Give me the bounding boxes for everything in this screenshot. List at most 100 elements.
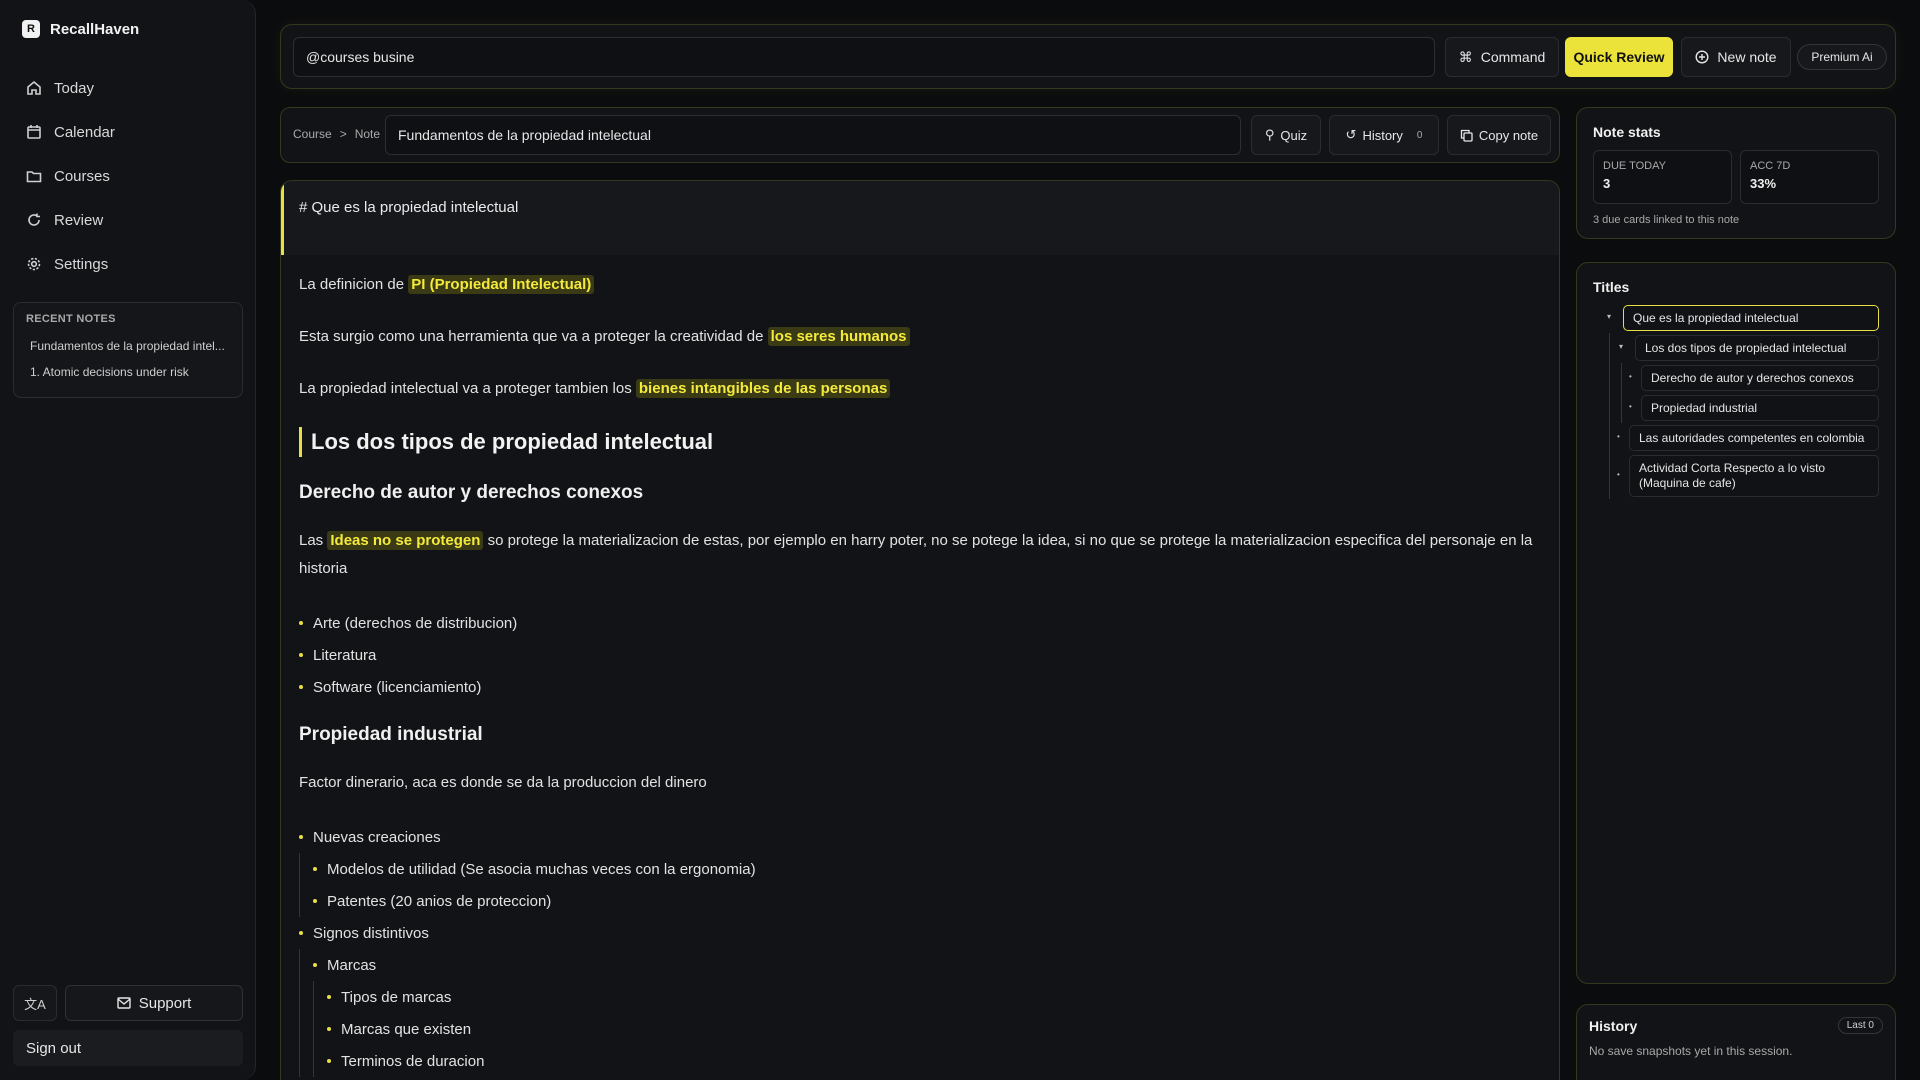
note-title-input[interactable]: Fundamentos de la propiedad intelectual (385, 115, 1241, 155)
bullet-dot (299, 835, 303, 839)
sidebar-item-label: Calendar (54, 123, 115, 141)
support-button[interactable]: Support (65, 985, 243, 1021)
stat-label: DUE TODAY (1603, 160, 1666, 172)
paragraph-text: Las (299, 532, 328, 549)
breadcrumb-course[interactable]: Course (293, 127, 332, 141)
heading-raw-line[interactable]: # Que es la propiedad intelectual (281, 181, 1559, 255)
history-header: History Last 0 (1589, 1017, 1883, 1034)
list-item-text: Modelos de utilidad (Se asocia muchas ve… (327, 860, 756, 878)
sidebar-item-calendar[interactable]: Calendar (14, 110, 242, 154)
list-item[interactable]: Literatura (299, 639, 1541, 671)
list-item[interactable]: Modelos de utilidad (Se asocia muchas ve… (299, 853, 1541, 885)
bullet-dot (313, 963, 317, 967)
list-item[interactable]: Marcas que existen (299, 1013, 1541, 1045)
due-cards-note: 3 due cards linked to this note (1593, 214, 1740, 226)
indent-guide (1621, 363, 1622, 393)
calendar-icon (27, 125, 41, 139)
language-button[interactable]: 文A (13, 985, 57, 1021)
sidebar-item-label: Today (54, 79, 95, 97)
title-item[interactable]: Actividad Corta Respecto a lo visto (Maq… (1629, 455, 1879, 497)
recent-note-item[interactable]: Fundamentos de la propiedad intel... (26, 333, 230, 359)
history-button[interactable]: ↺ History 0 (1329, 115, 1439, 155)
sidebar-item-label: Settings (54, 255, 109, 273)
heading-2[interactable]: Los dos tipos de propiedad intelectual (299, 427, 1541, 457)
chevron-down-icon[interactable]: ▾ (1619, 342, 1623, 351)
app-root: R RecallHaven Today Calendar Courses Rev… (0, 0, 1920, 1080)
highlight: los seres humanos (767, 327, 910, 346)
quiz-label: Quiz (1280, 127, 1308, 143)
quick-review-button[interactable]: Quick Review (1565, 37, 1673, 77)
title-item[interactable]: Derecho de autor y derechos conexos (1641, 365, 1879, 391)
document-body: La definicion de PI (Propiedad Intelectu… (281, 255, 1559, 1077)
sign-out-button[interactable]: Sign out (13, 1030, 243, 1066)
new-note-label: New note (1717, 49, 1777, 65)
paragraph[interactable]: Las Ideas no se protegen so protege la m… (299, 527, 1541, 583)
title-item[interactable]: Propiedad industrial (1641, 395, 1879, 421)
list-item[interactable]: Tipos de marcas (299, 981, 1541, 1013)
list-item[interactable]: Marcas (299, 949, 1541, 981)
bullet-dot (313, 899, 317, 903)
indent-guide (1609, 363, 1610, 393)
indent-guide (313, 981, 314, 1013)
heading-3[interactable]: Propiedad industrial (299, 721, 1541, 749)
accuracy-stat: ACC 7D 33% (1740, 150, 1879, 204)
brand[interactable]: R RecallHaven (22, 20, 139, 38)
support-label: Support (138, 994, 192, 1012)
paragraph[interactable]: La propiedad intelectual va a proteger t… (299, 375, 1541, 403)
list-item-text: Signos distintivos (313, 924, 429, 942)
list-item[interactable]: Terminos de duracion (299, 1045, 1541, 1077)
list-item[interactable]: Arte (derechos de distribucion) (299, 607, 1541, 639)
chevron-down-icon[interactable]: ▾ (1607, 312, 1611, 321)
sidebar-item-courses[interactable]: Courses (14, 154, 242, 198)
sidebar-item-settings[interactable]: Settings (14, 242, 242, 286)
new-note-button[interactable]: New note (1681, 37, 1791, 77)
list-item[interactable]: Patentes (20 anios de proteccion) (299, 885, 1541, 917)
mail-icon (117, 997, 131, 1009)
heading-3[interactable]: Derecho de autor y derechos conexos (299, 479, 1541, 507)
quiz-button[interactable]: ⚲ Quiz (1251, 115, 1321, 155)
highlight: bienes intangibles de las personas (635, 379, 891, 398)
folder-icon (26, 171, 42, 183)
list-item[interactable]: Software (licenciamiento) (299, 671, 1541, 703)
recent-note-item[interactable]: 1. Atomic decisions under risk (26, 359, 230, 385)
tree-row: • Actividad Corta Respecto a lo visto (M… (1593, 453, 1879, 499)
history-range-badge[interactable]: Last 0 (1837, 1017, 1883, 1034)
paragraph[interactable]: La definicion de PI (Propiedad Intelectu… (299, 271, 1541, 299)
history-empty-text: No save snapshots yet in this session. (1589, 1044, 1793, 1058)
history-title: History (1589, 1017, 1638, 1034)
paragraph[interactable]: Factor dinerario, aca es donde se da la … (299, 769, 1541, 797)
list-item-text: Marcas (327, 956, 377, 974)
list-item-text: Tipos de marcas (341, 988, 452, 1006)
title-item[interactable]: Las autoridades competentes en colombia (1629, 425, 1879, 451)
search-input[interactable]: @courses busine (293, 37, 1435, 77)
list-item-text: Software (licenciamiento) (313, 678, 482, 696)
title-item[interactable]: Los dos tipos de propiedad intelectual (1635, 335, 1879, 361)
list-item[interactable]: Signos distintivos (299, 917, 1541, 949)
sidebar-item-today[interactable]: Today (14, 66, 242, 110)
copy-note-label: Copy note (1478, 127, 1539, 143)
sidebar-item-review[interactable]: Review (14, 198, 242, 242)
tree-row: ▾ Que es la propiedad intelectual (1593, 303, 1879, 333)
paragraph-text: La propiedad intelectual va a proteger t… (299, 380, 636, 397)
premium-ai-button[interactable]: Premium Ai (1797, 44, 1887, 70)
bullet-list: Arte (derechos de distribucion) Literatu… (299, 607, 1541, 703)
bullet-dot (313, 867, 317, 871)
command-button[interactable]: ⌘ Command (1445, 37, 1559, 77)
brand-name: RecallHaven (50, 20, 140, 38)
list-item-text: Literatura (313, 646, 377, 664)
translate-icon: 文A (24, 996, 46, 1012)
note-stats-title: Note stats (1593, 124, 1661, 140)
copy-note-button[interactable]: Copy note (1447, 115, 1551, 155)
history-count-badge: 0 (1416, 129, 1423, 141)
brand-logo-icon: R (22, 20, 40, 38)
bullet-dot (327, 995, 331, 999)
bullet-dot (299, 653, 303, 657)
title-item[interactable]: Que es la propiedad intelectual (1623, 305, 1879, 331)
paragraph[interactable]: Esta surgio como una herramienta que va … (299, 323, 1541, 351)
indent-guide (299, 1045, 300, 1077)
list-item[interactable]: Nuevas creaciones (299, 821, 1541, 853)
indent-guide (299, 885, 300, 917)
note-editor[interactable]: # Que es la propiedad intelectual La def… (280, 180, 1560, 1080)
bullet-icon: • (1629, 372, 1632, 381)
indent-guide (299, 853, 300, 885)
